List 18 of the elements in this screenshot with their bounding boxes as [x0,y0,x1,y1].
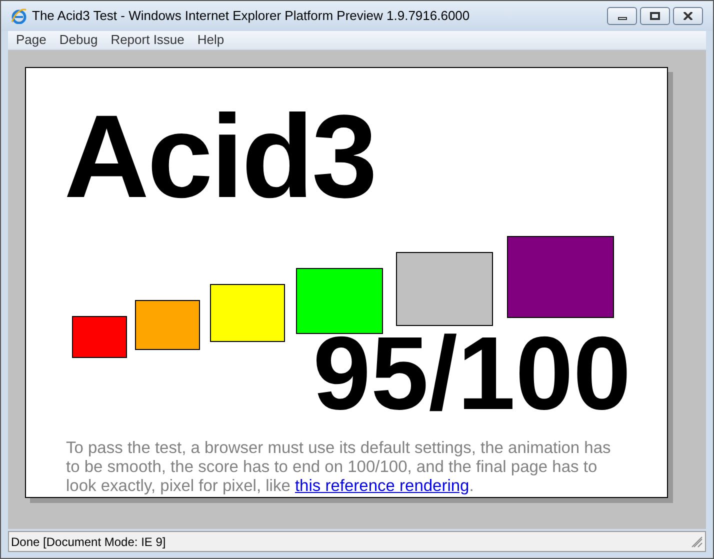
browser-logo-icon [11,8,27,24]
window-title: The Acid3 Test - Windows Internet Explorer Platform Preview 1.9.7916.6000 [32,7,470,26]
menu-item[interactable]: Debug [59,30,98,50]
status-text: Done [Document Mode: IE 9] [11,534,166,550]
restore-icon [650,12,660,20]
menu-item[interactable]: Report Issue [110,30,184,50]
score: 95/100 [312,329,631,419]
minimize-icon [618,16,626,20]
page-heading: Acid3 [64,98,376,216]
menu-item[interactable]: Page [16,30,46,50]
reference-link[interactable]: this reference rendering [294,477,470,495]
maximize-button[interactable] [640,7,670,25]
test-description: To pass the test, a browser must use its default settings, the animation has to be smooth, the score has to end on 100/100, and the final page has to look exactly, pixel for pixel, like this reference rendering. [66,439,612,496]
minimize-button[interactable] [607,7,637,25]
close-icon [683,12,693,20]
close-button[interactable] [673,7,703,25]
resize-grip-icon[interactable] [691,536,703,548]
menu-item[interactable]: Help [197,30,224,50]
